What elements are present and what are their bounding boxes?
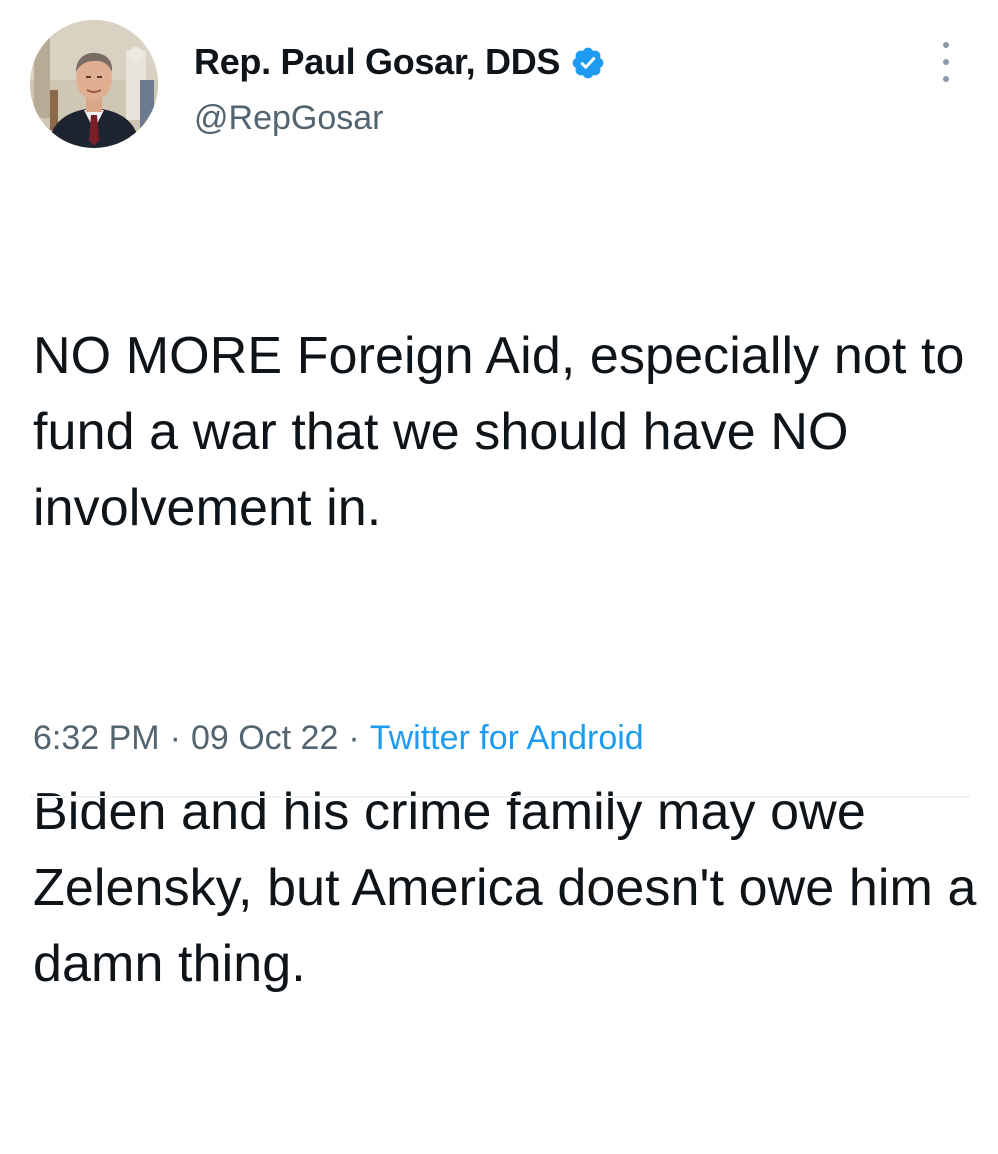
meta-separator: · xyxy=(348,719,360,757)
tweet-paragraph-1: NO MORE Foreign Aid, especially not to f… xyxy=(33,327,980,537)
author-display-name[interactable]: Rep. Paul Gosar, DDS xyxy=(194,41,560,83)
more-dot xyxy=(943,42,949,48)
verified-badge-icon xyxy=(570,45,606,81)
tweet-date[interactable]: 09 Oct 22 xyxy=(191,719,338,758)
tweet-meta: 6:32 PM · 09 Oct 22 · Twitter for Androi… xyxy=(33,719,644,758)
more-dot xyxy=(943,76,949,82)
divider xyxy=(30,796,970,798)
avatar-photo xyxy=(30,20,158,148)
more-dot xyxy=(943,59,949,65)
tweet-paragraph-2: Biden and his crime family may owe Zelen… xyxy=(33,783,992,993)
author-name-row: Rep. Paul Gosar, DDS xyxy=(194,40,606,84)
tweet-time[interactable]: 6:32 PM xyxy=(33,719,160,758)
meta-separator: · xyxy=(169,719,181,757)
tweet-text: NO MORE Foreign Aid, especially not to f… xyxy=(33,166,983,1154)
more-options-icon[interactable] xyxy=(932,42,960,82)
tweet-source-link[interactable]: Twitter for Android xyxy=(370,719,644,758)
avatar[interactable] xyxy=(30,20,158,148)
author-handle[interactable]: @RepGosar xyxy=(194,99,383,138)
tweet-card[interactable]: Rep. Paul Gosar, DDS @RepGosar NO MORE F… xyxy=(0,0,998,993)
